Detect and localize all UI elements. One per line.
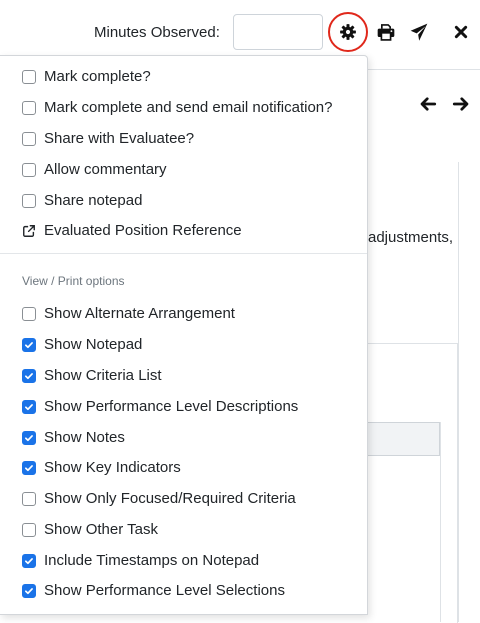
checkbox[interactable] [22, 523, 36, 537]
checkbox[interactable] [22, 101, 36, 115]
option-label: Show Alternate Arrangement [44, 305, 235, 322]
evaluated-position-reference-link[interactable]: Evaluated Position Reference [22, 220, 242, 242]
option-show-other-task[interactable]: Show Other Task [22, 519, 158, 541]
menu-item-label: Allow commentary [44, 161, 167, 178]
menu-item-mark-complete[interactable]: Mark complete? [22, 66, 151, 88]
option-label: Include Timestamps on Notepad [44, 552, 260, 569]
menu-item-allow-commentary[interactable]: Allow commentary [22, 159, 167, 181]
arrow-left-icon [420, 97, 437, 111]
checkmark-icon [25, 435, 33, 442]
option-show-performance-level-selections[interactable]: Show Performance Level Selections [22, 580, 285, 602]
checkmark-icon [25, 588, 33, 595]
checkmark-icon [25, 404, 33, 411]
option-label: Show Other Task [44, 521, 158, 538]
option-include-timestamps-on-notepad[interactable]: Include Timestamps on Notepad [22, 550, 259, 572]
option-label: Show Notepad [44, 336, 143, 353]
content-border [458, 162, 459, 622]
option-show-criteria-list[interactable]: Show Criteria List [22, 365, 162, 387]
checkbox[interactable] [22, 461, 36, 475]
menu-item-label: Mark complete? [44, 68, 151, 85]
option-label: Show Criteria List [44, 367, 162, 384]
gear-icon [340, 24, 356, 40]
checkmark-icon [25, 373, 33, 380]
checkbox[interactable] [22, 194, 36, 208]
menu-item-share-notepad[interactable]: Share notepad [22, 190, 142, 212]
external-link-icon [22, 224, 36, 238]
paper-plane-icon [410, 23, 428, 41]
option-label: Show Notes [44, 429, 125, 446]
checkbox[interactable] [22, 163, 36, 177]
menu-item-label: Share notepad [44, 192, 143, 209]
minutes-observed-label: Minutes Observed: [94, 24, 220, 41]
print-button[interactable] [374, 20, 398, 44]
checkbox[interactable] [22, 307, 36, 321]
menu-item-label: Evaluated Position Reference [44, 222, 242, 239]
menu-divider [0, 253, 367, 254]
menu-item-label: Mark complete and send email notificatio… [44, 99, 333, 116]
minutes-observed-input[interactable] [233, 14, 323, 50]
previous-button[interactable] [418, 94, 438, 114]
option-label: Show Performance Level Selections [44, 582, 285, 599]
checkbox[interactable] [22, 400, 36, 414]
background-card [360, 343, 458, 623]
menu-item-mark-complete-send-email[interactable]: Mark complete and send email notificatio… [22, 97, 333, 119]
checkbox[interactable] [22, 431, 36, 445]
next-button[interactable] [451, 94, 471, 114]
option-label: Show Key Indicators [44, 459, 181, 476]
send-button[interactable] [407, 20, 431, 44]
option-show-alternate-arrangement[interactable]: Show Alternate Arrangement [22, 303, 235, 325]
checkbox[interactable] [22, 492, 36, 506]
option-label: Show Performance Level Descriptions [44, 398, 299, 415]
close-button[interactable] [449, 20, 473, 44]
checkbox[interactable] [22, 132, 36, 146]
option-show-performance-level-descriptions[interactable]: Show Performance Level Descriptions [22, 396, 298, 418]
option-show-notepad[interactable]: Show Notepad [22, 334, 142, 356]
checkmark-icon [25, 465, 33, 472]
option-show-notes[interactable]: Show Notes [22, 427, 125, 449]
view-print-options-header: View / Print options [22, 274, 125, 288]
checkbox[interactable] [22, 70, 36, 84]
checkmark-icon [25, 342, 33, 349]
background-table-header [360, 422, 440, 456]
checkbox[interactable] [22, 338, 36, 352]
menu-item-share-with-evaluatee[interactable]: Share with Evaluatee? [22, 128, 194, 150]
menu-item-label: Share with Evaluatee? [44, 130, 195, 147]
checkmark-icon [25, 558, 33, 565]
checkbox[interactable] [22, 554, 36, 568]
option-show-only-focused-required-criteria[interactable]: Show Only Focused/Required Criteria [22, 488, 296, 510]
close-icon [454, 25, 468, 39]
print-icon [377, 24, 395, 41]
option-show-key-indicators[interactable]: Show Key Indicators [22, 457, 181, 479]
settings-dropdown-menu: Mark complete? Mark complete and send em… [0, 55, 368, 615]
option-label: Show Only Focused/Required Criteria [44, 490, 296, 507]
background-text: adjustments, [368, 229, 454, 246]
arrow-right-icon [452, 97, 469, 111]
checkbox[interactable] [22, 584, 36, 598]
background-table-border [440, 422, 441, 622]
checkbox[interactable] [22, 369, 36, 383]
settings-button[interactable] [328, 12, 368, 52]
